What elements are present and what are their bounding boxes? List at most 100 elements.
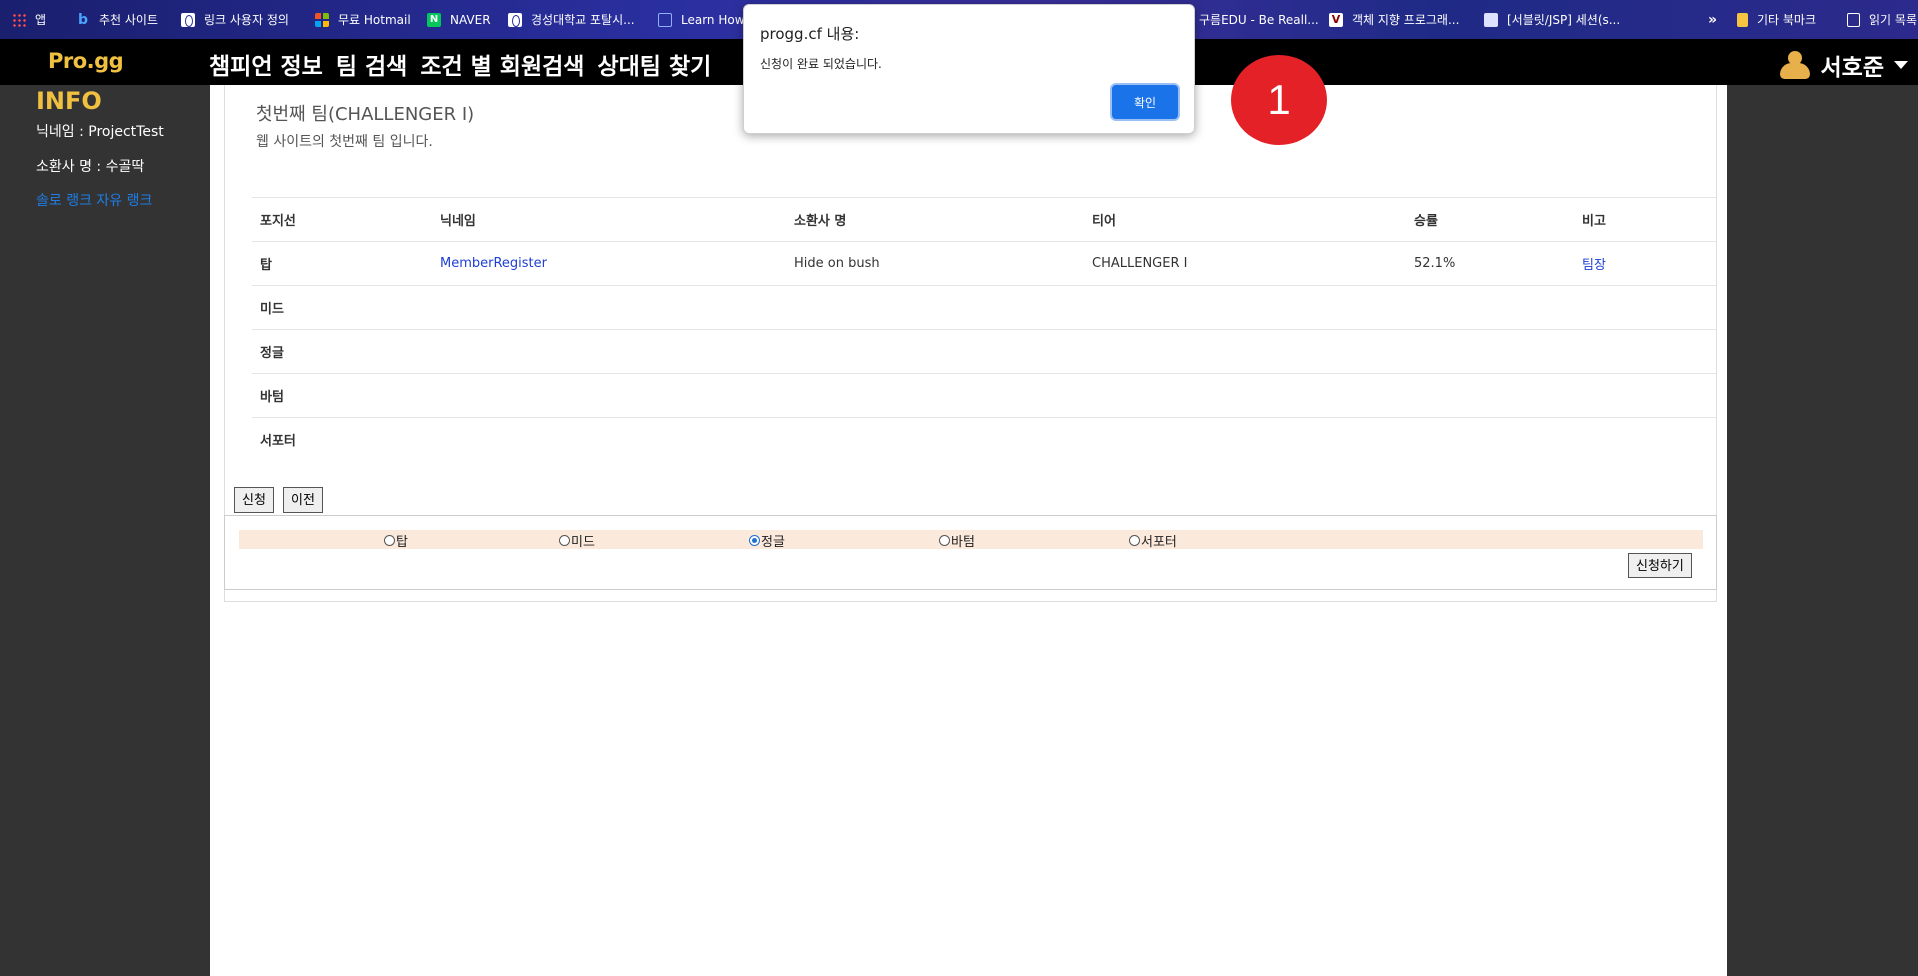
bookmark-apps[interactable]: 앱 — [12, 0, 76, 39]
cell-summoner — [786, 329, 1084, 374]
cell-nickname — [432, 373, 786, 418]
cell-winrate — [1406, 417, 1574, 462]
document-icon — [658, 12, 672, 27]
reading-list-icon — [1847, 12, 1861, 27]
main-content: 첫번째 팀(CHALLENGER I) 웹 사이트의 첫번째 팀 입니다. 포지… — [210, 85, 1727, 976]
nav-champion-info[interactable]: 챔피언 정보 — [209, 47, 323, 81]
bookmark-oop[interactable]: V 객체 지향 프로그래... — [1329, 0, 1484, 39]
radio-button-checked[interactable] — [749, 535, 760, 546]
main-nav: 챔피언 정보 팀 검색 조건 별 회원검색 상대팀 찾기 — [209, 47, 724, 81]
cell-winrate — [1406, 329, 1574, 374]
bookmark-goorm-edu[interactable]: 구름EDU - Be Reall... — [1199, 0, 1329, 39]
position-radio-group: 탑 미드 정글 바텀 서포터 — [239, 530, 1703, 550]
user-name: 서호준 — [1820, 55, 1884, 81]
radio-bottom[interactable]: 바텀 — [939, 531, 975, 550]
cell-tier — [1084, 285, 1406, 330]
radio-button[interactable] — [559, 535, 570, 546]
cell-nickname-link[interactable]: MemberRegister — [432, 241, 786, 286]
cell-summoner — [786, 373, 1084, 418]
team-subtitle: 웹 사이트의 첫번째 팀 입니다. — [256, 134, 433, 150]
bookmark-recommended[interactable]: b 추천 사이트 — [76, 0, 181, 39]
cell-position: 정글 — [252, 329, 432, 374]
bookmark-kyungsung-portal[interactable]: 경성대학교 포탈시... — [508, 0, 658, 39]
nav-team-search[interactable]: 팀 검색 — [336, 47, 408, 81]
col-position: 포지선 — [252, 197, 432, 242]
bookmark-other[interactable]: 기타 북마크 — [1737, 0, 1847, 39]
dialog-title: progg.cf 내용: — [760, 25, 860, 43]
cell-position: 미드 — [252, 285, 432, 330]
cell-tier — [1084, 373, 1406, 418]
bookmark-servlet-jsp[interactable]: [서블릿/JSP] 세션(s... — [1484, 0, 1708, 39]
table-row: 탑 MemberRegister Hide on bush CHALLENGER… — [252, 241, 1716, 286]
table-row: 미드 — [252, 285, 1716, 330]
col-note: 비고 — [1574, 197, 1716, 242]
cell-nickname — [432, 417, 786, 462]
bookmark-naver[interactable]: N NAVER — [427, 0, 508, 39]
col-summoner: 소환사 명 — [786, 197, 1084, 242]
bookmark-custom-link[interactable]: 링크 사용자 정의 — [181, 0, 315, 39]
cell-position: 탑 — [252, 241, 432, 286]
naver-icon: N — [427, 12, 441, 27]
user-menu[interactable]: 서호준 — [1779, 48, 1908, 82]
cell-note — [1574, 417, 1716, 462]
cell-summoner — [786, 285, 1084, 330]
cell-position: 서포터 — [252, 417, 432, 462]
bing-icon: b — [77, 11, 89, 28]
cell-tier: CHALLENGER I — [1084, 241, 1406, 286]
roster-table: 포지선 닉네임 소환사 명 티어 승률 비고 탑 MemberRegister … — [252, 197, 1716, 462]
caret-down-icon — [1894, 61, 1908, 69]
cell-position: 바텀 — [252, 373, 432, 418]
bookmark-hotmail[interactable]: 무료 Hotmail — [315, 0, 427, 39]
cell-note — [1574, 285, 1716, 330]
radio-mid[interactable]: 미드 — [559, 531, 595, 550]
prev-button[interactable]: 이전 — [283, 487, 323, 513]
team-title: 첫번째 팀(CHALLENGER I) — [256, 104, 475, 125]
radio-button[interactable] — [1129, 535, 1140, 546]
col-tier: 티어 — [1084, 197, 1406, 242]
radio-top[interactable]: 탑 — [384, 531, 408, 550]
alert-dialog: progg.cf 내용: 신청이 완료 되었습니다. 확인 — [743, 4, 1195, 134]
microsoft-icon — [315, 12, 329, 27]
table-row: 정글 — [252, 329, 1716, 374]
cell-winrate: 52.1% — [1406, 241, 1574, 286]
radio-button[interactable] — [939, 535, 950, 546]
dialog-message: 신청이 완료 되었습니다. — [760, 57, 882, 71]
sidebar-rank-link[interactable]: 솔로 랭크 자유 랭크 — [36, 190, 152, 210]
reading-list[interactable]: 읽기 목록 — [1847, 0, 1917, 39]
v-icon: V — [1329, 12, 1343, 27]
cell-winrate — [1406, 285, 1574, 330]
submit-button[interactable]: 신청하기 — [1628, 553, 1692, 578]
globe-icon — [508, 12, 522, 27]
cell-summoner: Hide on bush — [786, 241, 1084, 286]
cell-note — [1574, 373, 1716, 418]
cell-nickname — [432, 285, 786, 330]
sidebar-summoner: 소환사 명 : 수골딱 — [36, 159, 145, 175]
radio-support[interactable]: 서포터 — [1129, 531, 1177, 550]
sidebar-nickname: 닉네임 : ProjectTest — [36, 124, 164, 140]
apps-grid-icon — [12, 12, 26, 27]
dialog-ok-button[interactable]: 확인 — [1112, 85, 1178, 119]
cell-note-link[interactable]: 팀장 — [1574, 241, 1716, 286]
sidebar-title: INFO — [36, 87, 102, 115]
cell-winrate — [1406, 373, 1574, 418]
sidebar: INFO 닉네임 : ProjectTest 소환사 명 : 수골딱 솔로 랭크… — [0, 85, 210, 976]
table-row: 바텀 — [252, 373, 1716, 418]
nav-find-opponent[interactable]: 상대팀 찾기 — [597, 47, 711, 81]
col-winrate: 승률 — [1406, 197, 1574, 242]
globe-icon — [181, 12, 195, 27]
radio-jungle[interactable]: 정글 — [749, 531, 785, 550]
position-form: 탑 미드 정글 바텀 서포터 신청하기 — [224, 515, 1717, 590]
folder-icon — [1737, 12, 1748, 27]
col-nickname: 닉네임 — [432, 197, 786, 242]
right-gutter — [1727, 85, 1918, 976]
cell-nickname — [432, 329, 786, 374]
cell-summoner — [786, 417, 1084, 462]
cell-tier — [1084, 417, 1406, 462]
cell-tier — [1084, 329, 1406, 374]
radio-button[interactable] — [384, 535, 395, 546]
blog-icon — [1484, 12, 1498, 27]
bookmarks-overflow-button[interactable]: » — [1708, 0, 1737, 39]
site-logo[interactable]: Pro.gg — [48, 49, 124, 73]
nav-member-search[interactable]: 조건 별 회원검색 — [420, 47, 584, 81]
apply-button[interactable]: 신청 — [234, 487, 274, 513]
